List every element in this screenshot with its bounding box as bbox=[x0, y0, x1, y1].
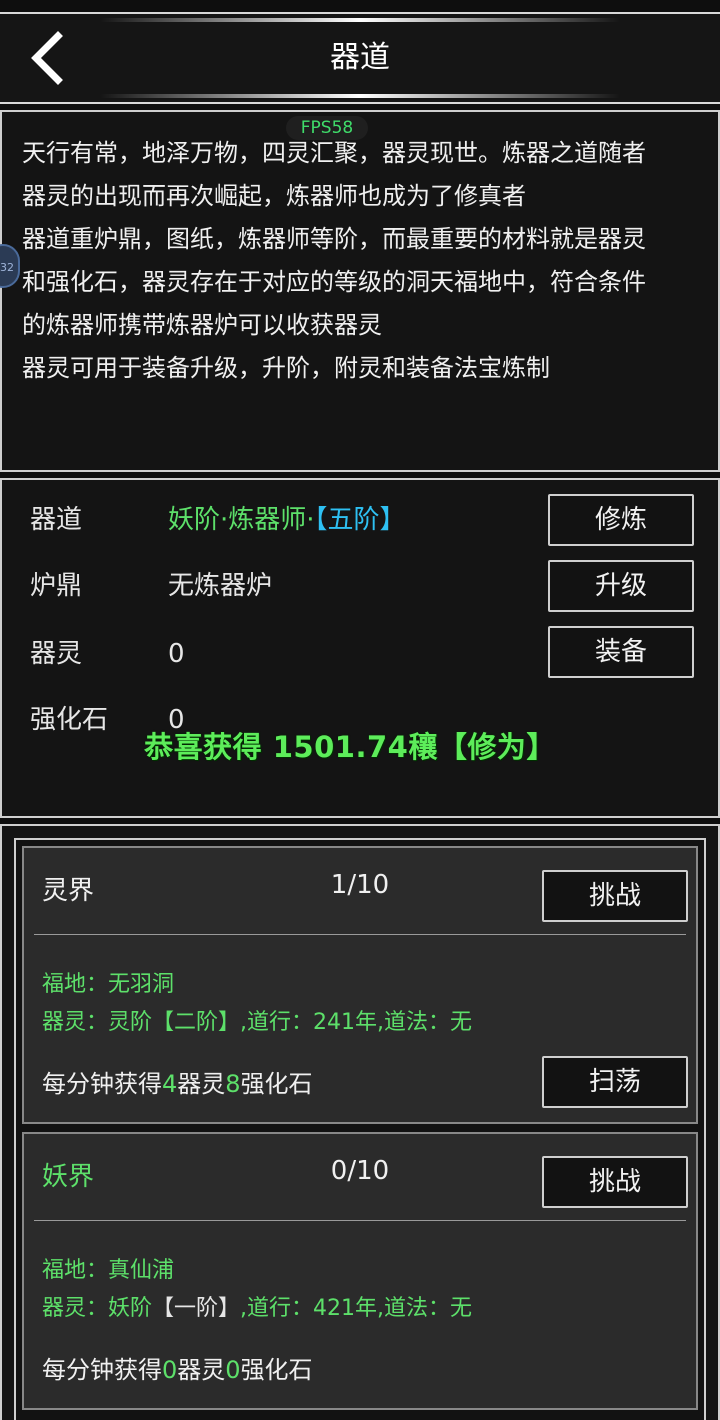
realm-earn-rate: 每分钟获得0器灵0强化石 bbox=[42, 1350, 313, 1385]
stats-panel: 器道 妖阶·炼器师·【五阶】 修炼 炉鼎 无炼器炉 升级 器灵 0 装备 强化石… bbox=[0, 478, 720, 818]
stat-label: 器道 bbox=[30, 505, 83, 535]
realm-card-yaojie: 妖界 0/10 挑战 福地：真仙浦 器灵：妖阶【一阶】,道行：421年,道法：无… bbox=[22, 1132, 698, 1410]
qidao-rank: 妖阶·炼器师· bbox=[168, 505, 315, 535]
realm-divider bbox=[34, 934, 686, 935]
earn-stone-count: 8 bbox=[225, 1070, 241, 1098]
fps-counter: FPS58 bbox=[286, 116, 368, 140]
qiling-tier: 【一阶】 bbox=[152, 1296, 241, 1321]
earn-stone-count: 0 bbox=[225, 1356, 241, 1384]
realm-qiling-info: 器灵：妖阶【一阶】,道行：421年,道法：无 bbox=[42, 1290, 472, 1322]
header-bottom-shine bbox=[100, 94, 620, 98]
qiling-daoxing: ,道行：421年,道法：无 bbox=[240, 1296, 473, 1321]
description-line: 器灵可用于装备升级，升阶，附灵和装备法宝炼制 bbox=[22, 354, 550, 382]
qiling-rank: 器灵：灵阶 bbox=[42, 1010, 153, 1035]
header-bar: 器道 bbox=[0, 12, 720, 104]
qiling-rank: 器灵：妖阶 bbox=[42, 1296, 153, 1321]
stat-value: 无炼器炉 bbox=[168, 571, 273, 601]
challenge-button[interactable]: 挑战 bbox=[542, 1156, 688, 1208]
qiling-daoxing: ,道行：241年,道法：无 bbox=[240, 1010, 473, 1035]
description-panel: 天行有常，地泽万物，四灵汇聚，器灵现世。炼器之道随者 器灵的出现而再次崛起，炼器… bbox=[0, 110, 720, 472]
realm-fudi: 福地：真仙浦 bbox=[42, 1258, 175, 1283]
earn-mid: 器灵 bbox=[177, 1356, 226, 1384]
page-title: 器道 bbox=[330, 40, 390, 75]
description-line: 和强化石，器灵存在于对应的等级的洞天福地中，符合条件 bbox=[22, 268, 646, 296]
description-line: 器道重炉鼎，图纸，炼器师等阶，而最重要的材料就是器灵 bbox=[22, 225, 646, 253]
realm-qiling-info: 器灵：灵阶【二阶】,道行：241年,道法：无 bbox=[42, 1004, 472, 1036]
earn-qiling-count: 4 bbox=[162, 1070, 178, 1098]
stat-label: 炉鼎 bbox=[30, 571, 83, 601]
description-line: 器灵的出现而再次崛起，炼器师也成为了修真者 bbox=[22, 182, 526, 210]
challenge-button[interactable]: 挑战 bbox=[542, 870, 688, 922]
cultivate-button[interactable]: 修炼 bbox=[548, 494, 694, 546]
equip-button[interactable]: 装备 bbox=[548, 626, 694, 678]
reward-toast: 恭喜获得 1501.74穰【修为】 bbox=[144, 730, 556, 764]
realm-fudi: 福地：无羽洞 bbox=[42, 972, 175, 997]
earn-prefix: 每分钟获得 bbox=[42, 1070, 162, 1098]
stat-label: 器灵 bbox=[30, 639, 83, 669]
earn-suffix: 强化石 bbox=[240, 1070, 313, 1098]
header-bottom-border bbox=[0, 102, 720, 104]
earn-qiling-count: 0 bbox=[162, 1356, 178, 1384]
upgrade-button[interactable]: 升级 bbox=[548, 560, 694, 612]
earn-mid: 器灵 bbox=[177, 1070, 226, 1098]
stat-value: 妖阶·炼器师·【五阶】 bbox=[168, 500, 406, 540]
sweep-button[interactable]: 扫荡 bbox=[542, 1056, 688, 1108]
qidao-tier: 【五阶】 bbox=[314, 505, 406, 535]
qiling-tier: 【二阶】 bbox=[152, 1010, 241, 1035]
realm-card-lingjie: 灵界 1/10 挑战 福地：无羽洞 器灵：灵阶【二阶】,道行：241年,道法：无… bbox=[22, 846, 698, 1124]
description-text: 天行有常，地泽万物，四灵汇聚，器灵现世。炼器之道随者 器灵的出现而再次崛起，炼器… bbox=[2, 112, 718, 390]
earn-suffix: 强化石 bbox=[240, 1356, 313, 1384]
stat-value: 0 bbox=[168, 639, 185, 669]
earn-prefix: 每分钟获得 bbox=[42, 1356, 162, 1384]
realm-divider bbox=[34, 1220, 686, 1221]
description-line: 的炼器师携带炼器炉可以收获器灵 bbox=[22, 311, 382, 339]
realm-earn-rate: 每分钟获得4器灵8强化石 bbox=[42, 1064, 313, 1099]
